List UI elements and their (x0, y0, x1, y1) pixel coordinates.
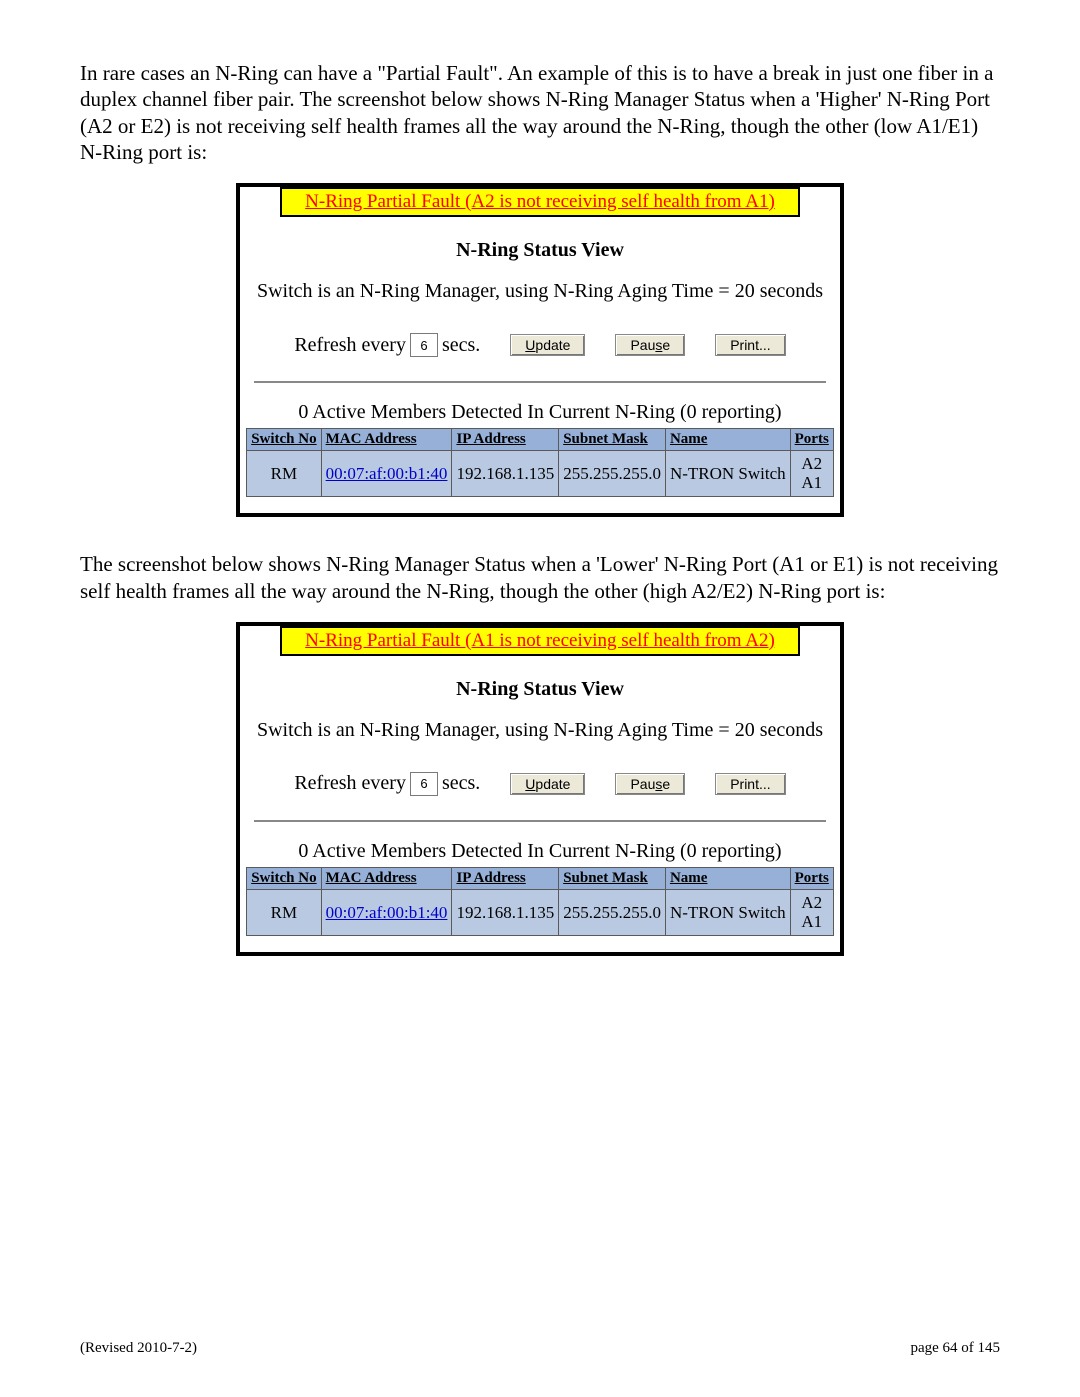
refresh-label: Refresh every (294, 772, 406, 795)
col-switchno: Switch No (247, 429, 321, 451)
refresh-input[interactable] (410, 772, 438, 796)
mac-link[interactable]: 00:07:af:00:b1:40 (326, 464, 448, 483)
intro-para-1: In rare cases an N-Ring can have a "Part… (80, 60, 1000, 165)
col-name: Name (665, 867, 790, 889)
intro-para-2: The screenshot below shows N-Ring Manage… (80, 551, 1000, 604)
cell-name: N-TRON Switch (665, 889, 790, 935)
print-button[interactable]: Print... (715, 334, 785, 356)
status-panel-a2: N-Ring Partial Fault (A2 is not receivin… (236, 183, 844, 517)
refresh-suffix: secs. (442, 334, 480, 357)
members-text: 0 Active Members Detected In Current N-R… (240, 840, 840, 863)
mac-link[interactable]: 00:07:af:00:b1:40 (326, 903, 448, 922)
table-row: RM 00:07:af:00:b1:40 192.168.1.135 255.2… (247, 451, 834, 497)
col-mac: MAC Address (321, 429, 452, 451)
refresh-input[interactable] (410, 333, 438, 357)
panel-title: N-Ring Status View (240, 239, 840, 262)
cell-mask: 255.255.255.0 (559, 451, 666, 497)
cell-switchno: RM (247, 889, 321, 935)
cell-mask: 255.255.255.0 (559, 889, 666, 935)
footer-revised: (Revised 2010-7-2) (80, 1340, 197, 1357)
fault-banner: N-Ring Partial Fault (A2 is not receivin… (280, 187, 800, 217)
col-ports: Ports (790, 867, 833, 889)
cell-ip: 192.168.1.135 (452, 889, 559, 935)
aging-text: Switch is an N-Ring Manager, using N-Rin… (240, 719, 840, 742)
col-mac: MAC Address (321, 867, 452, 889)
divider (254, 820, 826, 822)
members-table: Switch No MAC Address IP Address Subnet … (246, 867, 834, 936)
divider (254, 381, 826, 383)
refresh-label: Refresh every (294, 334, 406, 357)
cell-mac: 00:07:af:00:b1:40 (321, 889, 452, 935)
refresh-suffix: secs. (442, 772, 480, 795)
members-text: 0 Active Members Detected In Current N-R… (240, 401, 840, 424)
cell-ports: A2 A1 (790, 889, 833, 935)
cell-mac: 00:07:af:00:b1:40 (321, 451, 452, 497)
col-ip: IP Address (452, 429, 559, 451)
update-button[interactable]: Update (510, 334, 585, 356)
table-row: RM 00:07:af:00:b1:40 192.168.1.135 255.2… (247, 889, 834, 935)
cell-ports: A2 A1 (790, 451, 833, 497)
pause-button[interactable]: Pause (615, 334, 685, 356)
col-mask: Subnet Mask (559, 429, 666, 451)
panel-title: N-Ring Status View (240, 678, 840, 701)
cell-name: N-TRON Switch (665, 451, 790, 497)
col-switchno: Switch No (247, 867, 321, 889)
col-name: Name (665, 429, 790, 451)
update-button[interactable]: Update (510, 773, 585, 795)
aging-text: Switch is an N-Ring Manager, using N-Rin… (240, 280, 840, 303)
members-table: Switch No MAC Address IP Address Subnet … (246, 428, 834, 497)
footer-page: page 64 of 145 (910, 1340, 1000, 1357)
cell-ip: 192.168.1.135 (452, 451, 559, 497)
print-button[interactable]: Print... (715, 773, 785, 795)
status-panel-a1: N-Ring Partial Fault (A1 is not receivin… (236, 622, 844, 956)
fault-banner: N-Ring Partial Fault (A1 is not receivin… (280, 626, 800, 656)
col-ports: Ports (790, 429, 833, 451)
cell-switchno: RM (247, 451, 321, 497)
col-mask: Subnet Mask (559, 867, 666, 889)
col-ip: IP Address (452, 867, 559, 889)
pause-button[interactable]: Pause (615, 773, 685, 795)
